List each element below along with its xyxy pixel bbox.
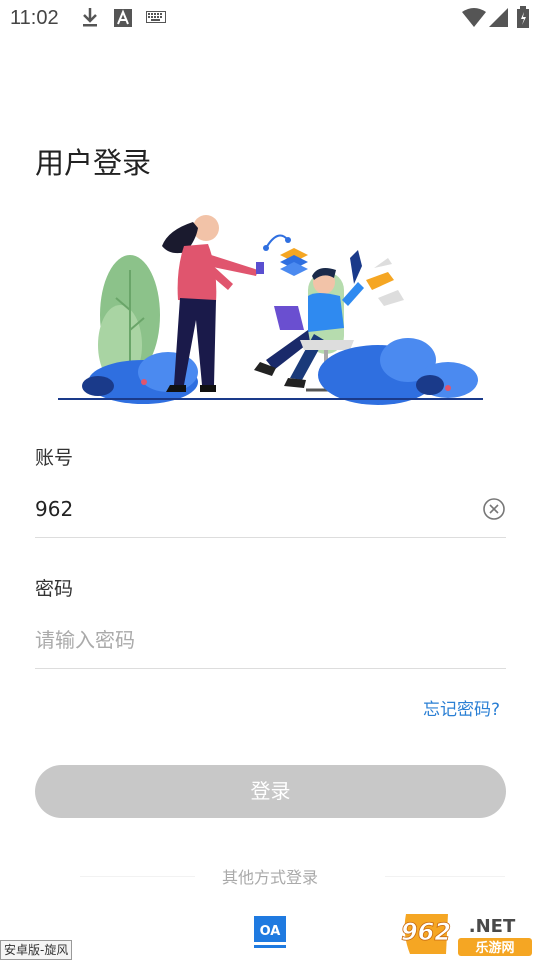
keyboard-icon <box>146 11 166 23</box>
status-time: 11:02 <box>10 7 59 29</box>
watermark-logo-sub: 乐游网 <box>475 940 514 956</box>
login-illustration <box>58 215 483 405</box>
login-button[interactable]: 登录 <box>35 765 506 818</box>
password-label: 密码 <box>35 578 74 600</box>
page-title: 用户登录 <box>35 146 152 180</box>
watermark-left: 安卓版-旋风 <box>0 940 73 960</box>
watermark-logo-suffix: .NET <box>469 916 516 937</box>
oa-login-button[interactable]: OA <box>253 915 287 949</box>
signal-icon <box>489 8 508 27</box>
download-icon <box>83 8 97 27</box>
battery-icon <box>517 6 529 28</box>
clear-icon[interactable] <box>482 497 506 521</box>
password-input[interactable] <box>35 625 465 655</box>
font-a-icon <box>114 9 132 27</box>
password-underline <box>35 668 506 669</box>
watermark-logo: 962 .NET 乐游网 <box>401 914 532 956</box>
oa-label: OA <box>260 924 281 939</box>
status-bar: 11:02 <box>0 0 540 36</box>
wifi-icon <box>462 8 486 27</box>
account-label: 账号 <box>35 447 74 469</box>
account-input[interactable] <box>35 494 465 524</box>
forgot-password-link[interactable]: 忘记密码? <box>423 695 500 720</box>
account-underline <box>35 537 506 538</box>
watermark-logo-number: 962 <box>401 918 451 946</box>
divider-right <box>385 876 505 877</box>
